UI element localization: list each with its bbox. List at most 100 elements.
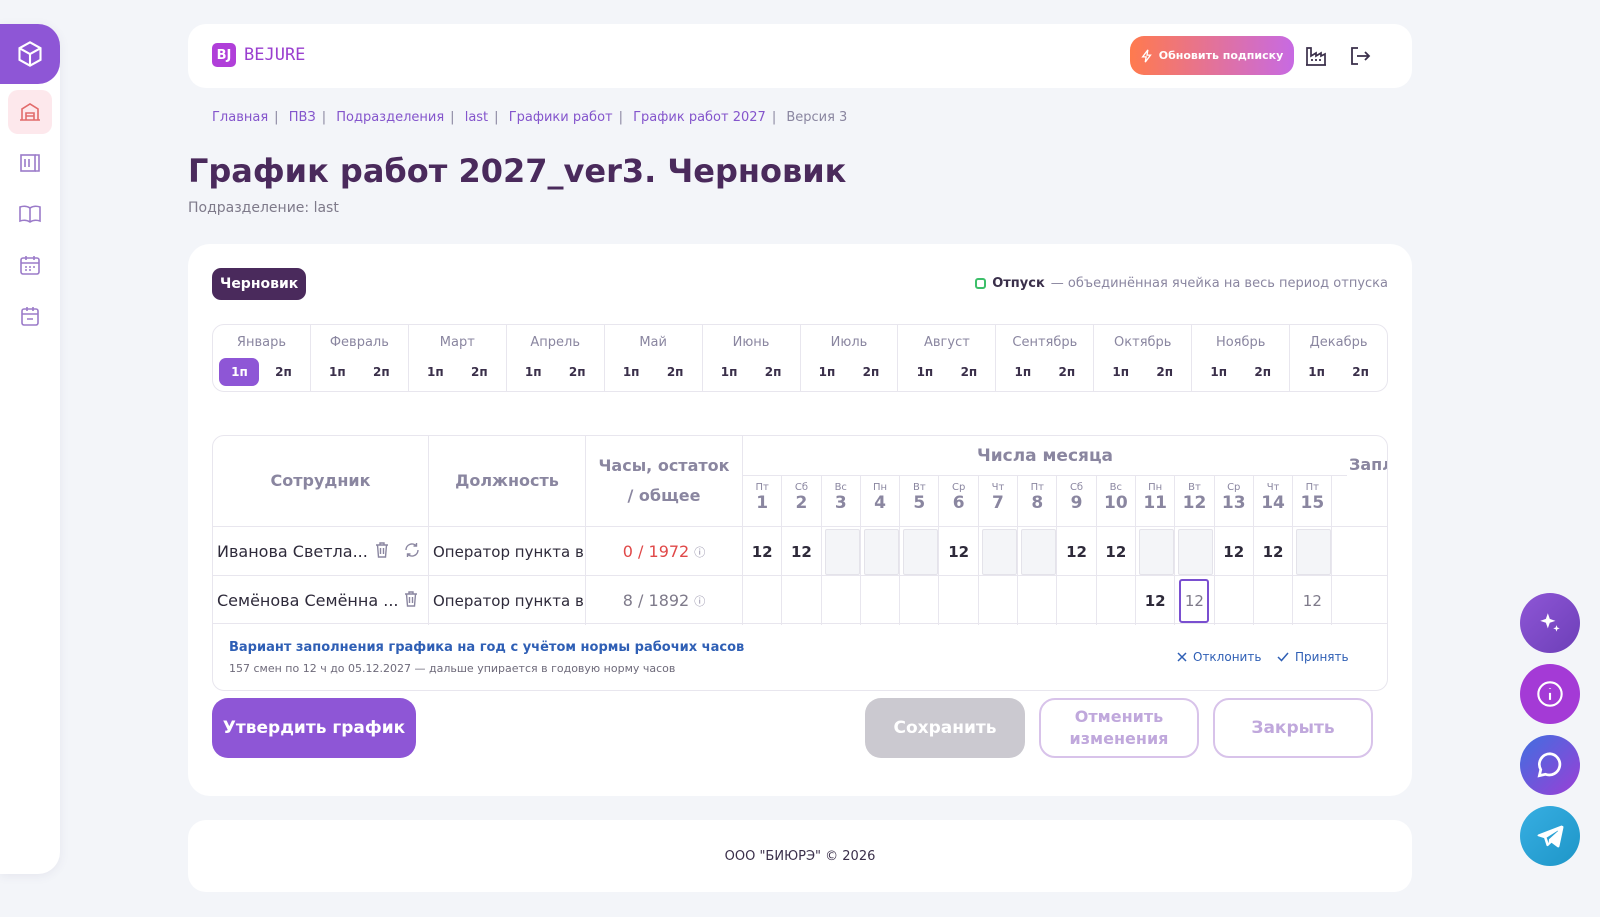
brand-logo[interactable]: BJ BEJURE	[212, 43, 305, 67]
day-header: Сб 2	[782, 476, 822, 526]
day-cell[interactable]	[979, 527, 1019, 576]
month-half-tab[interactable]: 1п	[709, 358, 749, 386]
shift-hours: 12	[1262, 542, 1284, 561]
accept-button[interactable]: Принять	[1277, 650, 1349, 664]
month-half-tab[interactable]: 1п	[905, 358, 945, 386]
weekday-label: Сб	[794, 482, 809, 493]
day-number: 12	[1182, 493, 1207, 513]
day-cell[interactable]	[1097, 576, 1136, 625]
day-header: Чт 14	[1254, 476, 1294, 526]
refresh-icon[interactable]	[404, 542, 420, 558]
cancel-changes-button[interactable]: Отменить изменения	[1039, 698, 1199, 758]
upgrade-subscription-button[interactable]: Обновить подписку	[1130, 36, 1294, 75]
month-half-tab[interactable]: 1п	[513, 358, 553, 386]
day-cell[interactable]	[1136, 527, 1176, 576]
breadcrumb-item-departments[interactable]: Подразделения	[336, 110, 444, 125]
day-cell[interactable]	[1293, 527, 1333, 576]
month-half-tab[interactable]: 1п	[317, 358, 357, 386]
month-half-tab[interactable]: 2п	[655, 358, 695, 386]
logout-icon[interactable]	[1348, 44, 1372, 68]
day-cell[interactable]	[1175, 527, 1215, 576]
employee-name[interactable]: Семёнова Семённа ...	[213, 576, 429, 625]
day-cell[interactable]: 12	[1215, 527, 1254, 576]
breadcrumb-item-department[interactable]: last	[465, 110, 488, 125]
month-half-tab[interactable]: 2п	[1145, 358, 1185, 386]
day-cell[interactable]	[1018, 527, 1058, 576]
day-cell[interactable]	[861, 527, 901, 576]
save-button[interactable]: Сохранить	[865, 698, 1025, 758]
day-cell[interactable]	[900, 576, 940, 625]
day-cell[interactable]: 12	[1254, 527, 1294, 576]
day-cell[interactable]	[861, 576, 901, 625]
month-half-tab[interactable]: 2п	[753, 358, 793, 386]
day-cell[interactable]: 12	[1293, 576, 1333, 625]
trash-icon[interactable]	[404, 591, 420, 607]
month-half-tab[interactable]: 2п	[1243, 358, 1283, 386]
hours-text: 8 / 1892	[622, 591, 690, 610]
sidebar-item-book[interactable]	[8, 192, 52, 236]
day-cell[interactable]: 12	[782, 527, 822, 576]
factory-icon[interactable]	[1304, 44, 1328, 68]
month-half-tab[interactable]: 1п	[611, 358, 651, 386]
month-half-tab[interactable]: 2п	[459, 358, 499, 386]
month-half-tab[interactable]: 1п	[1003, 358, 1043, 386]
cube-logo-icon[interactable]	[0, 24, 60, 84]
column-header-extra: Запл за г	[1349, 455, 1387, 474]
month-half-tab[interactable]: 2п	[557, 358, 597, 386]
sidebar-item-board[interactable]	[8, 141, 52, 185]
day-cell[interactable]	[822, 576, 861, 625]
day-cell[interactable]	[822, 527, 861, 576]
day-cell[interactable]: 12	[1136, 576, 1176, 625]
reject-button[interactable]: Отклонить	[1177, 650, 1261, 664]
sidebar-item-calendar-grid[interactable]	[8, 243, 52, 287]
month-half-tab[interactable]: 1п	[1101, 358, 1141, 386]
day-cell[interactable]: 12	[743, 527, 783, 576]
month-name: Март	[439, 335, 475, 350]
month-half-tab[interactable]: 1п	[1297, 358, 1337, 386]
day-cell[interactable]	[1018, 576, 1058, 625]
breadcrumb-item-pvz[interactable]: ПВЗ	[289, 110, 316, 125]
day-cell[interactable]	[1254, 576, 1294, 625]
day-cell[interactable]	[940, 576, 979, 625]
month-half-tab[interactable]: 2п	[851, 358, 891, 386]
day-cell[interactable]	[743, 576, 783, 625]
day-cell[interactable]	[1057, 576, 1097, 625]
breadcrumb-item-home[interactable]: Главная	[212, 110, 268, 125]
ai-assistant-button[interactable]	[1520, 593, 1580, 653]
close-button[interactable]: Закрыть	[1213, 698, 1373, 758]
day-cell[interactable]: 12	[1057, 527, 1097, 576]
sidebar-item-calendar[interactable]	[8, 294, 52, 338]
month-half-tab[interactable]: 1п	[219, 358, 260, 386]
day-cell[interactable]	[900, 527, 940, 576]
trash-icon[interactable]	[375, 542, 391, 558]
info-button[interactable]	[1520, 664, 1580, 724]
breadcrumb-item-schedule[interactable]: График работ 2027	[633, 110, 766, 125]
day-cell[interactable]	[1215, 576, 1254, 625]
sidebar-item-warehouse[interactable]	[8, 90, 52, 134]
approve-schedule-button[interactable]: Утвердить график	[212, 698, 416, 758]
month-8: Сентябрь 1п 2п	[996, 325, 1095, 391]
telegram-button[interactable]	[1520, 806, 1580, 866]
chat-button[interactable]	[1520, 735, 1580, 795]
day-header: Ср 6	[940, 476, 979, 526]
sparkle-icon	[1540, 613, 1560, 632]
month-half-tab[interactable]: 2п	[949, 358, 989, 386]
info-icon[interactable]: ⓘ	[694, 593, 705, 609]
day-cell[interactable]	[782, 576, 822, 625]
day-cell[interactable]: 12	[940, 527, 979, 576]
month-half-tab[interactable]: 1п	[415, 358, 455, 386]
month-half-tab[interactable]: 2п	[1047, 358, 1087, 386]
day-cell[interactable]	[979, 576, 1019, 625]
breadcrumb-item-schedules[interactable]: Графики работ	[509, 110, 613, 125]
month-half-tab[interactable]: 2п	[361, 358, 401, 386]
day-cell[interactable]: 12	[1097, 527, 1136, 576]
month-half-tab[interactable]: 2п	[263, 358, 303, 386]
day-number: 1	[756, 493, 769, 513]
month-half-tab[interactable]: 1п	[807, 358, 847, 386]
month-1: Февраль 1п 2п	[311, 325, 409, 391]
month-half-tab[interactable]: 2п	[1341, 358, 1381, 386]
month-half-tab[interactable]: 1п	[1199, 358, 1239, 386]
day-cell[interactable]: 12	[1175, 576, 1215, 625]
info-icon[interactable]: ⓘ	[694, 544, 705, 560]
employee-name[interactable]: Иванова Светла...	[213, 527, 429, 576]
